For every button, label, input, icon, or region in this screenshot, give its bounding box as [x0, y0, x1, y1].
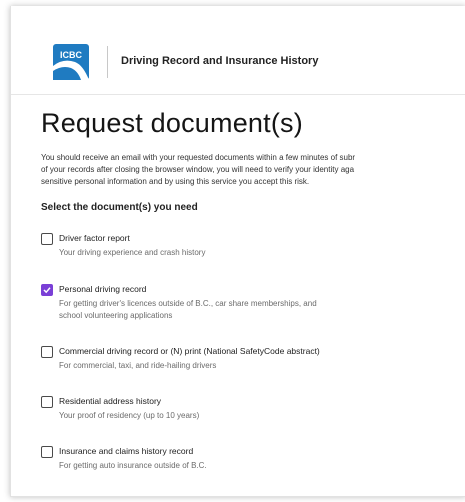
section-label: Select the document(s) you need	[41, 202, 198, 213]
checkbox[interactable]	[41, 233, 53, 245]
header-divider	[107, 46, 108, 78]
site-header: ICBC Driving Record and Insurance Histor…	[11, 6, 465, 95]
option-label: Commercial driving record or (N) print (…	[59, 346, 320, 356]
option-description-line: For commercial, taxi, and ride-hailing d…	[59, 361, 217, 370]
checkmark-icon	[43, 287, 51, 294]
option-description-line: Your proof of residency (up to 10 years)	[59, 411, 200, 420]
option-label: Insurance and claims history record	[59, 446, 194, 456]
option-description: For getting auto insurance outside of B.…	[59, 460, 207, 472]
checkbox[interactable]	[41, 396, 53, 408]
logo-text: ICBC	[60, 50, 82, 60]
option-label: Residential address history	[59, 396, 162, 406]
intro-line: sensitive personal information and by us…	[41, 177, 310, 186]
page-title: Request document(s)	[41, 108, 303, 138]
icbc-logo[interactable]: ICBC	[53, 44, 89, 80]
option-description: For commercial, taxi, and ride-hailing d…	[59, 360, 216, 372]
checkbox[interactable]	[41, 346, 53, 358]
page-frame: ICBC Driving Record and Insurance Histor…	[10, 6, 465, 497]
option-description-line: For getting auto insurance outside of B.…	[59, 461, 207, 470]
option-description: Your proof of residency (up to 10 years)	[59, 410, 199, 422]
checkbox-checked[interactable]	[41, 284, 53, 296]
intro-line: of your records after closing the browse…	[41, 165, 355, 174]
header-title: Driving Record and Insurance History	[121, 55, 319, 67]
option-description: For getting driver's licences outside of…	[59, 298, 317, 322]
option-label: Driver factor report	[59, 233, 130, 243]
option-description-line: For getting driver's licences outside of…	[59, 299, 317, 308]
checkbox[interactable]	[41, 446, 53, 458]
option-description-line: school volunteering applications	[59, 311, 173, 320]
option-description-line: Your driving experience and crash histor…	[59, 248, 206, 257]
intro-line: You should receive an email with your re…	[41, 153, 356, 162]
intro-text: You should receive an email with your re…	[41, 152, 465, 188]
option-label: Personal driving record	[59, 284, 147, 294]
option-description: Your driving experience and crash histor…	[59, 247, 205, 259]
